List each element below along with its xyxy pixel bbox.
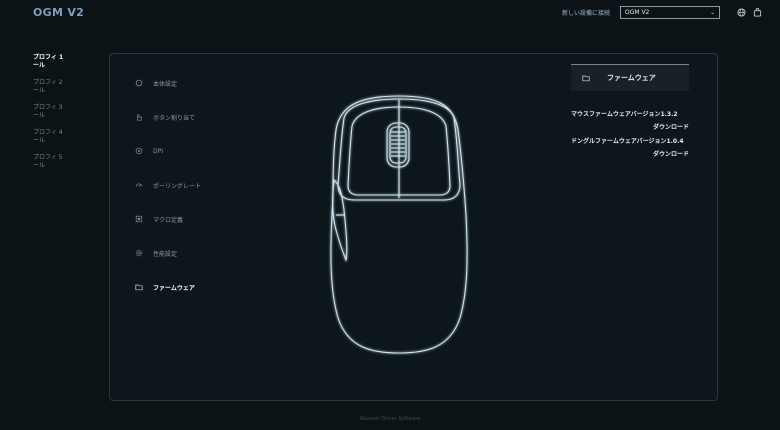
firmware-header-title: ファームウェア xyxy=(607,74,656,82)
menu-item-label: マクロ定義 xyxy=(153,216,184,224)
menu-item-label: 性能設定 xyxy=(153,250,178,258)
dongle-firmware-download-link[interactable]: ダウンロード xyxy=(571,149,689,158)
menu-item-label: 本体設定 xyxy=(153,80,178,88)
target-icon xyxy=(134,146,144,156)
profile-list: プロフィ 1 ール プロフィ 2 ール プロフィ 3 ール プロフィ 4 ール … xyxy=(33,54,73,179)
firmware-header: ファームウェア xyxy=(571,64,689,91)
connect-device-link[interactable]: 新しい設備に接続 xyxy=(562,8,610,17)
menu-item-polling-rate[interactable]: ポーリングレート xyxy=(134,176,201,194)
menu-item-label: DPI xyxy=(153,147,164,155)
menu-item-device-settings[interactable]: 本体設定 xyxy=(134,74,201,92)
app-window: OGM V2 新しい設備に接続 OGM V2 ⌄ プロフィ 1 ール プロフィ … xyxy=(0,0,780,430)
menu-item-dpi[interactable]: DPI xyxy=(134,142,201,160)
settings-menu: 本体設定 ボタン割り当て DPI ポーリングレート マクロ定義 性能設定 ファー… xyxy=(134,74,201,312)
folder-icon xyxy=(134,282,144,292)
menu-item-button-assignment[interactable]: ボタン割り当て xyxy=(134,108,201,126)
profile-item-4[interactable]: プロフィ 4 ール xyxy=(33,129,69,145)
mouse-illustration xyxy=(322,90,477,360)
menu-item-label: ファームウェア xyxy=(153,284,195,292)
mouse-firmware-download-link[interactable]: ダウンロード xyxy=(571,122,689,131)
menu-item-performance[interactable]: 性能設定 xyxy=(134,244,201,262)
dongle-firmware-version: ドングルファームウェアバージョン1.0.4 xyxy=(571,138,684,145)
profile-item-3[interactable]: プロフィ 3 ール xyxy=(33,104,69,120)
menu-item-firmware[interactable]: ファームウェア xyxy=(134,278,201,296)
profile-item-1[interactable]: プロフィ 1 ール xyxy=(33,54,69,70)
profile-item-5[interactable]: プロフィ 5 ール xyxy=(33,154,69,170)
circle-icon xyxy=(134,78,144,88)
menu-item-macro[interactable]: マクロ定義 xyxy=(134,210,201,228)
folder-icon xyxy=(581,73,591,83)
device-select-value: OGM V2 xyxy=(625,8,650,16)
top-right-controls: 新しい設備に接続 OGM V2 ⌄ xyxy=(562,4,762,20)
footer-text: Waizowl Driver Software xyxy=(359,416,421,422)
settings-icon xyxy=(134,248,144,258)
pointer-hand-icon xyxy=(134,112,144,122)
bag-icon[interactable] xyxy=(752,7,762,17)
menu-item-label: ポーリングレート xyxy=(153,182,202,190)
device-select[interactable]: OGM V2 ⌄ xyxy=(620,5,720,19)
chevron-down-icon: ⌄ xyxy=(709,8,715,16)
profile-item-2[interactable]: プロフィ 2 ール xyxy=(33,79,69,95)
mouse-firmware-version: マウスファームウェアバージョン1.3.2 xyxy=(571,111,678,118)
menu-item-label: ボタン割り当て xyxy=(153,114,196,122)
macro-icon xyxy=(134,214,144,224)
gauge-icon xyxy=(134,180,144,190)
globe-icon[interactable] xyxy=(736,7,746,17)
app-logo: OGM V2 xyxy=(33,6,85,19)
